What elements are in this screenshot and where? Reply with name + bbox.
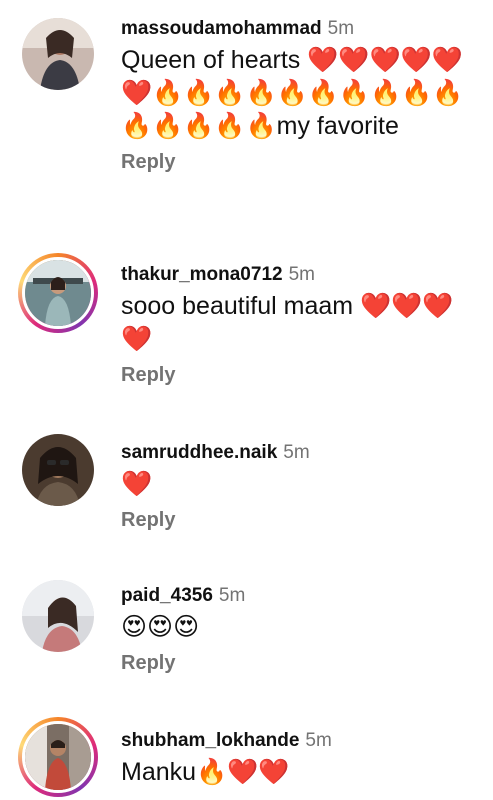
avatar-photo (22, 18, 94, 90)
comment-username[interactable]: samruddhee.naik (121, 442, 277, 463)
comment-timestamp: 5m (327, 18, 355, 39)
reply-button[interactable]: Reply (121, 362, 483, 388)
avatar[interactable] (22, 580, 94, 652)
comment-username[interactable]: massoudamohammad (121, 18, 322, 39)
comment-text: Queen of hearts ❤️❤️❤️❤️❤️❤️🔥🔥🔥🔥🔥🔥🔥🔥🔥🔥🔥🔥… (121, 46, 464, 140)
reply-button[interactable]: Reply (121, 650, 483, 676)
comment-timestamp: 5m (218, 585, 246, 606)
avatar-photo (22, 580, 94, 652)
avatar-image-icon (25, 724, 91, 790)
comment-text: sooo beautiful maam ❤️❤️❤️❤️ (121, 292, 454, 353)
avatar[interactable] (22, 18, 94, 90)
comment-username[interactable]: thakur_mona0712 (121, 264, 283, 285)
reply-button[interactable]: Reply (121, 149, 483, 175)
comment-timestamp: 5m (283, 442, 310, 463)
avatar-photo (22, 434, 94, 506)
avatar-image-icon (25, 260, 91, 326)
comment-text: Manku🔥❤️❤️ (121, 758, 290, 786)
avatar-photo (22, 721, 94, 793)
comment-username[interactable]: paid_4356 (121, 585, 213, 606)
comment-timestamp: 5m (288, 264, 315, 285)
avatar[interactable] (22, 434, 94, 506)
comment-username[interactable]: shubham_lokhande (121, 730, 299, 751)
avatar-story-ring[interactable] (18, 253, 98, 333)
comment-text: 😍😍😍 (121, 613, 200, 641)
comment-timestamp: 5m (305, 730, 332, 751)
avatar-image-icon (22, 580, 94, 652)
reply-button[interactable]: Reply (121, 507, 483, 533)
avatar-image-icon (22, 18, 94, 90)
avatar-story-ring[interactable] (18, 717, 98, 797)
avatar-photo (22, 257, 94, 329)
avatar-image-icon (22, 434, 94, 506)
comment-text: ❤️ (121, 470, 153, 498)
